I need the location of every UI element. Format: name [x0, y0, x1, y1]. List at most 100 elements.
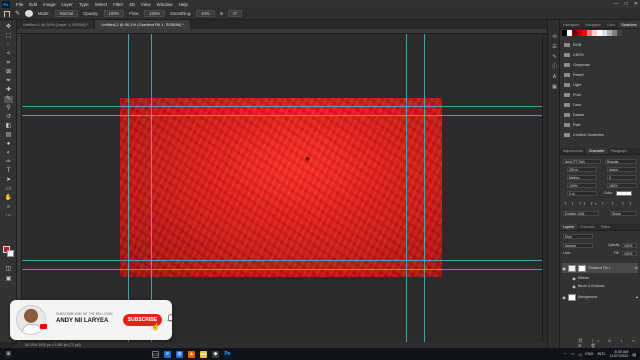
quick-mask-icon[interactable]: ◫: [4, 266, 13, 273]
tab-untitled-2[interactable]: Untitled-2 @ 50.1% (Gradient Fill 1, RGB…: [95, 20, 191, 29]
angle-field[interactable]: 0°: [228, 10, 243, 17]
brush-tool-icon[interactable]: ✎: [15, 10, 20, 17]
menu-edit[interactable]: Edit: [26, 2, 40, 7]
swatch-folder[interactable]: Dark: [564, 100, 636, 109]
baseline-shift-field[interactable]: 0 pt: [567, 191, 597, 196]
guide-vertical[interactable]: [151, 34, 152, 342]
clock[interactable]: 8:30 AM 11/27/2022: [610, 350, 629, 359]
menu-help[interactable]: Help: [176, 2, 191, 7]
settings-gear-icon[interactable]: ⚙: [220, 11, 224, 16]
layer-background[interactable]: ◉ Background 🔒︎: [562, 292, 638, 302]
layers-footer-buttons[interactable]: ⛓ fx ◘ ◑ ▭ ⊞ 🗑︎: [578, 338, 640, 348]
vertical-scale-field[interactable]: 100%: [567, 183, 597, 188]
photoshop-taskbar-icon[interactable]: Ps: [224, 350, 231, 358]
crop-tool-icon[interactable]: ⌗: [4, 60, 13, 67]
menu-file[interactable]: File: [13, 2, 26, 7]
brush-settings-icon[interactable]: ✎: [551, 54, 558, 60]
volume-icon[interactable]: ◁: [578, 352, 581, 357]
canvas-pasteboard[interactable]: ✥: [22, 34, 542, 342]
region-indicator[interactable]: INTL: [597, 352, 605, 356]
text-color-swatch[interactable]: [616, 191, 632, 196]
dodge-tool-icon[interactable]: ◐: [4, 150, 13, 157]
file-explorer-icon[interactable]: ▬: [200, 350, 207, 358]
leading-field[interactable]: (Auto): [607, 167, 637, 172]
layer-fill-field[interactable]: 100%: [622, 251, 637, 256]
history-icon[interactable]: ⟲: [551, 34, 558, 40]
screen-mode-icon[interactable]: ▣: [4, 276, 13, 283]
swatch-folder[interactable]: Darker: [564, 110, 636, 119]
horizontal-scale-field[interactable]: 100%: [607, 183, 637, 188]
guide-vertical[interactable]: [128, 34, 129, 342]
tab-swatches[interactable]: Swatches: [618, 22, 640, 28]
swatch-folder[interactable]: RGB: [564, 40, 636, 49]
layer-effect-bevel[interactable]: ◉ Bevel & Emboss: [562, 281, 638, 291]
swatch-folder[interactable]: Pure: [564, 90, 636, 99]
task-view-icon[interactable]: ▭: [152, 350, 159, 358]
tab-adjustments[interactable]: Adjustments: [560, 148, 586, 154]
guide-vertical[interactable]: [406, 34, 407, 342]
glyphs-icon[interactable]: A: [551, 74, 558, 80]
color-swatch[interactable]: [617, 30, 622, 36]
eyedropper-tool-icon[interactable]: ✒: [4, 78, 13, 85]
type-style-buttons[interactable]: T T TT Tr T' T, T T: [564, 201, 634, 206]
swatch-folder[interactable]: Pale: [564, 120, 636, 129]
path-select-tool-icon[interactable]: ➤: [4, 177, 13, 184]
edge-icon[interactable]: e: [164, 350, 171, 358]
guide-horizontal[interactable]: [22, 269, 542, 270]
menu-type[interactable]: Type: [76, 2, 92, 7]
font-size-field[interactable]: 200 pt: [567, 167, 597, 172]
home-icon[interactable]: [4, 10, 10, 17]
blend-mode-select[interactable]: Normal: [563, 243, 593, 248]
tab-paragraph[interactable]: Paragraph: [608, 148, 631, 154]
pen-tool-icon[interactable]: ✑: [4, 159, 13, 166]
bell-icon[interactable]: [167, 314, 174, 322]
frame-tool-icon[interactable]: ⊠: [4, 69, 13, 76]
tab-character[interactable]: Character: [585, 148, 608, 154]
antialias-select[interactable]: Sharp: [610, 211, 637, 216]
swatch-folder[interactable]: CMYK: [564, 50, 636, 59]
guide-horizontal[interactable]: [22, 106, 542, 107]
vlc-icon[interactable]: ▲: [188, 350, 195, 358]
guide-horizontal[interactable]: [22, 115, 542, 116]
brush-preset-picker[interactable]: [25, 10, 34, 17]
blur-tool-icon[interactable]: ●: [4, 141, 13, 148]
type-tool-icon[interactable]: T: [4, 168, 13, 175]
lasso-tool-icon[interactable]: ◌: [4, 42, 13, 49]
visibility-eye-icon[interactable]: ◉: [572, 276, 576, 281]
visibility-eye-icon[interactable]: ◉: [562, 295, 566, 300]
swatch-folder[interactable]: Grayscale: [564, 60, 636, 69]
tab-layers[interactable]: Layers: [560, 224, 577, 230]
healing-tool-icon[interactable]: ✚: [4, 87, 13, 94]
flow-field[interactable]: 100%: [144, 10, 165, 17]
menu-select[interactable]: Select: [92, 2, 111, 7]
menu-layer[interactable]: Layer: [59, 2, 76, 7]
zoom-tool-icon[interactable]: ⌕: [4, 204, 13, 211]
wifi-icon[interactable]: ◠: [571, 352, 574, 357]
opacity-field[interactable]: 100%: [103, 10, 125, 17]
hand-tool-icon[interactable]: ✋: [4, 195, 13, 202]
tab-untitled-1[interactable]: Untitled-1 @ 50% (Layer 1, RGB/8) *: [17, 20, 96, 29]
tab-navigator[interactable]: Navigator: [582, 22, 603, 28]
tab-channels[interactable]: Channels: [577, 224, 598, 230]
windows-start-icon[interactable]: ⊞: [5, 350, 12, 358]
menu-image[interactable]: Image: [40, 2, 59, 7]
layer-opacity-field[interactable]: 100%: [622, 243, 637, 248]
swatch-folder[interactable]: Pastel: [564, 70, 636, 79]
smoothing-field[interactable]: 10%: [196, 10, 215, 17]
clone-stamp-tool-icon[interactable]: ⚲: [4, 105, 13, 112]
guide-horizontal[interactable]: [22, 260, 542, 261]
marquee-tool-icon[interactable]: ⬚: [4, 33, 13, 40]
menu-window[interactable]: Window: [154, 2, 176, 7]
history-brush-tool-icon[interactable]: ↺: [4, 114, 13, 121]
swatch-folder[interactable]: Light: [564, 80, 636, 89]
minimize-button[interactable]: —: [614, 1, 619, 7]
font-family-select[interactable]: Arial (TT Std): [563, 159, 601, 164]
kerning-field[interactable]: Metrics: [567, 175, 597, 180]
tab-color[interactable]: Color: [604, 22, 619, 28]
guide-vertical[interactable]: [424, 34, 425, 342]
background-color-swatch[interactable]: [7, 250, 14, 257]
notifications-icon[interactable]: ▤: [632, 352, 636, 357]
visibility-eye-icon[interactable]: ◉: [562, 266, 566, 271]
app-icon[interactable]: ◆: [212, 350, 219, 358]
menu-filter[interactable]: Filter: [110, 2, 126, 7]
